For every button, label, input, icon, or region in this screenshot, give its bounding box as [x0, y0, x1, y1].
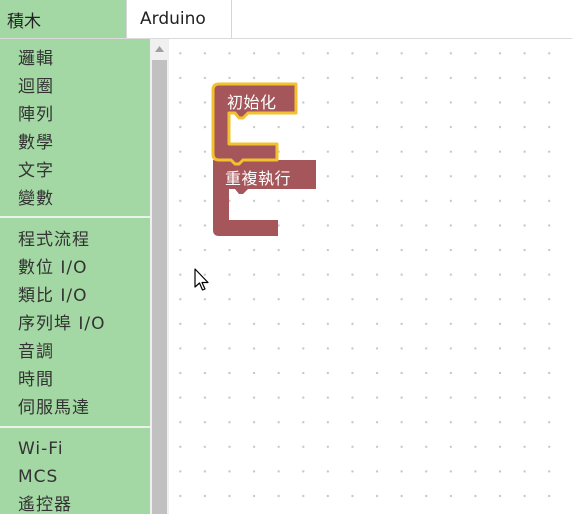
- setup-block-label: 初始化: [227, 93, 277, 112]
- loop-block-label: 重複執行: [225, 169, 292, 188]
- block-canvas: [211, 82, 316, 236]
- mouse-pointer-icon: [194, 268, 209, 291]
